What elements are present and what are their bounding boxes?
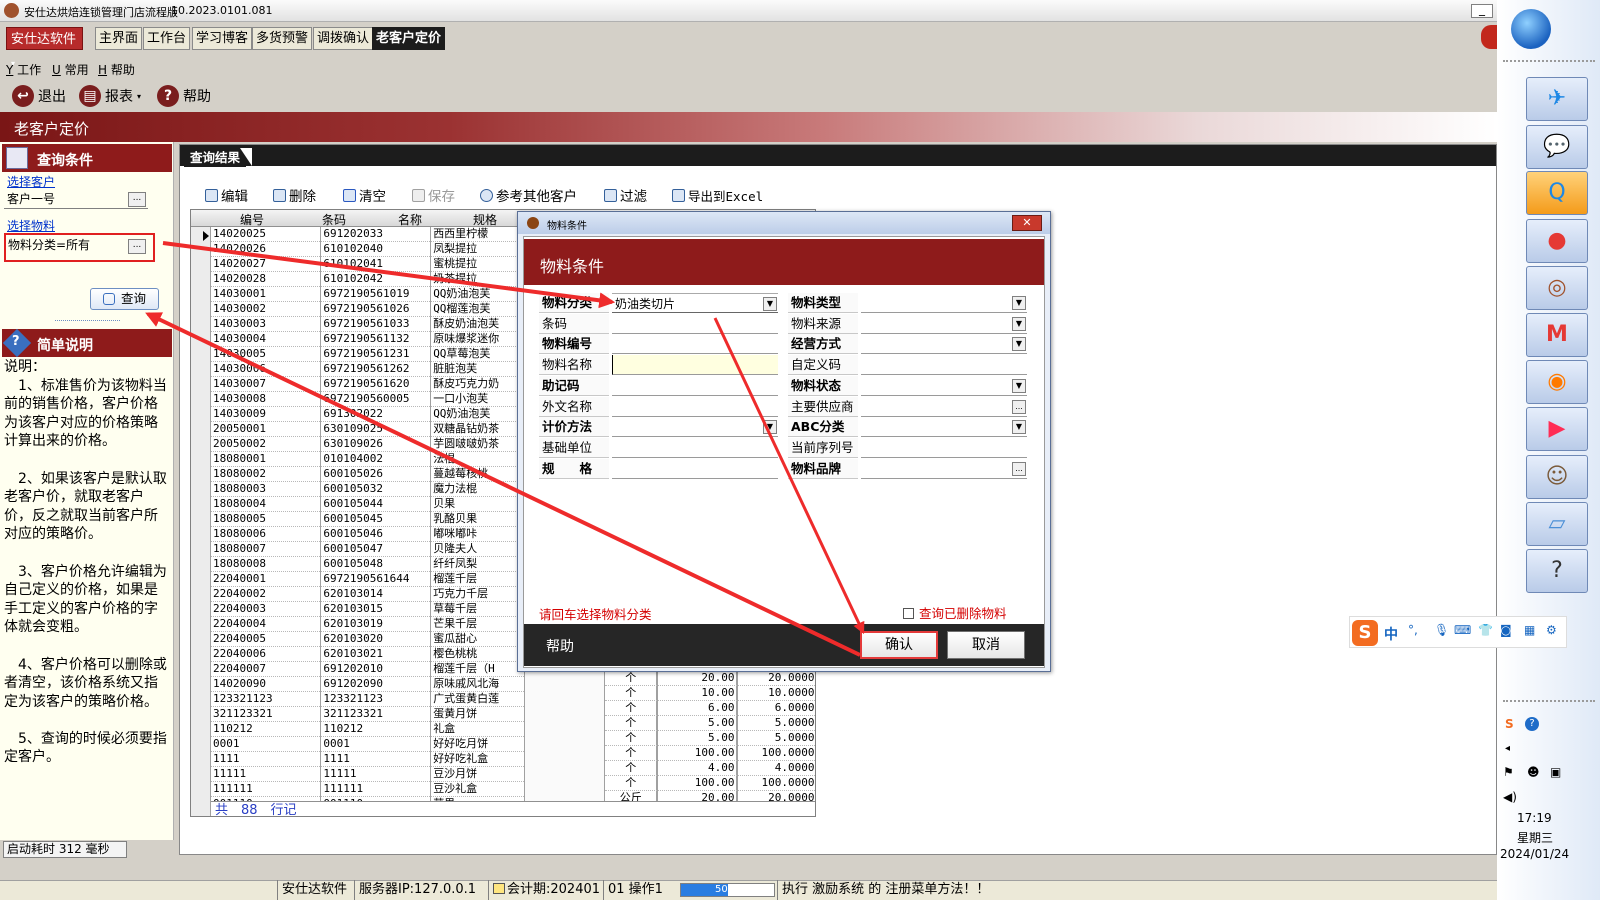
sogou-tray-icon[interactable]: S [1505, 717, 1514, 731]
flag-tray-icon[interactable]: ⚑ [1503, 765, 1514, 779]
status-operator: 01 操作1 [603, 880, 663, 900]
status-message: 执行 激励系统 的 注册菜单方法！！ [777, 880, 989, 900]
game-icon[interactable]: ◙ [1500, 623, 1512, 637]
feishu-icon[interactable]: ✈ [1526, 77, 1588, 121]
arrow-to-query-button [145, 312, 861, 657]
m-app-icon[interactable]: M [1526, 313, 1588, 357]
keyboard-icon[interactable]: ⌨ [1454, 623, 1471, 637]
tray-chevron-icon[interactable]: ◂ [1505, 743, 1510, 754]
help-book-icon[interactable]: ? [1526, 549, 1588, 593]
calendar-icon [493, 883, 505, 894]
status-app: 安仕达软件 [277, 880, 347, 900]
qq-tray-icon[interactable]: ☻ [1527, 765, 1540, 779]
sogou-icon[interactable]: S [1352, 620, 1378, 646]
annotation-arrows [145, 241, 865, 657]
status-period-text: 会计期:202401 [507, 882, 601, 897]
volume-tray-icon[interactable]: ◀) [1503, 790, 1517, 804]
video-app-icon[interactable]: ▶ [1526, 407, 1588, 451]
help-tray-icon[interactable]: ? [1525, 717, 1539, 731]
ime-mode[interactable]: 中 [1384, 624, 1398, 644]
arrow-to-category [162, 241, 616, 309]
avatar-icon[interactable]: ☺ [1526, 455, 1588, 499]
status-server: 服务器IP:127.0.0.1 [354, 880, 476, 900]
baked-goods-icon[interactable]: ◎ [1526, 266, 1588, 310]
arrow-to-confirm [713, 317, 865, 635]
status-progress: 50% [680, 883, 775, 897]
status-progress-text: 50% [715, 884, 738, 895]
status-period: 会计期:202401 [488, 880, 600, 900]
notebook-icon[interactable]: ▱ [1526, 502, 1588, 546]
network-tray-icon[interactable]: ▣ [1550, 765, 1561, 779]
firefox-icon[interactable]: ◉ [1526, 360, 1588, 404]
clock-date: 2024/01/24 [1500, 847, 1570, 861]
clock-day: 星期三 [1517, 831, 1554, 845]
windows-start-orb[interactable] [1511, 9, 1551, 49]
apple-icon[interactable]: ● [1526, 219, 1588, 263]
wechat-icon[interactable]: 💬 [1526, 125, 1588, 169]
punctuation-icon[interactable]: °, [1408, 623, 1418, 637]
microphone-icon[interactable]: 🎙 [1434, 623, 1449, 637]
apps-grid-icon[interactable]: ▦ [1524, 623, 1535, 637]
qq-browser-icon[interactable]: Q [1526, 171, 1588, 215]
skin-icon[interactable]: 👕 [1478, 623, 1493, 637]
ime-toolbar: S 中 °, 🎙 ⌨ 👕 ◙ ▦ ⚙ [1349, 616, 1567, 648]
settings-icon[interactable]: ⚙ [1546, 623, 1557, 637]
clock-time[interactable]: 17:19 [1517, 811, 1552, 825]
